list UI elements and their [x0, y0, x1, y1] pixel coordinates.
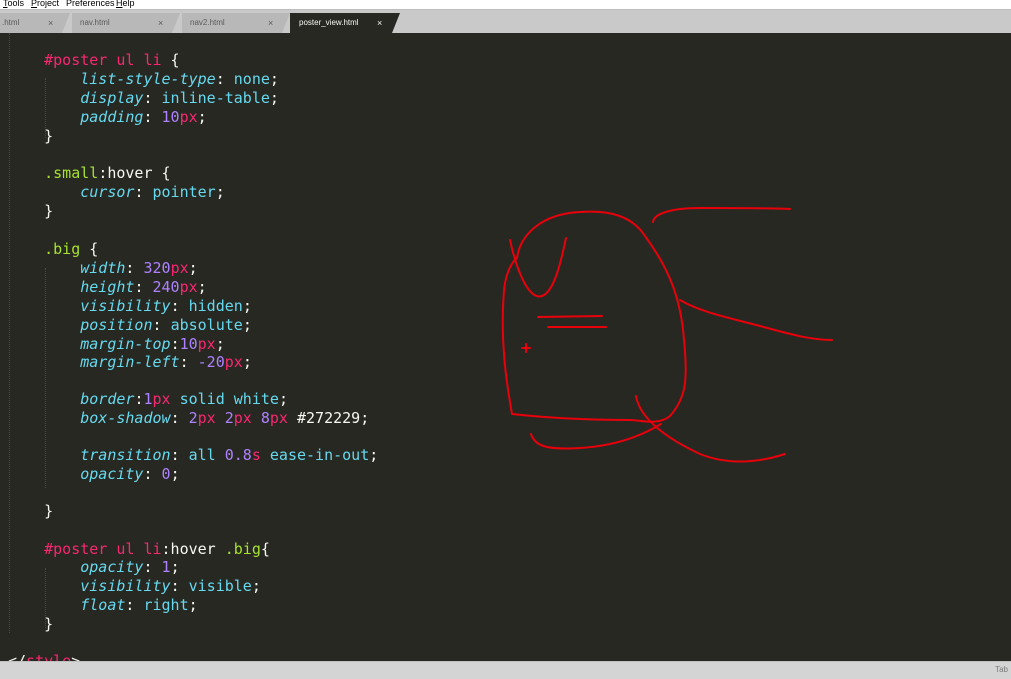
freehand-annotation: [501, 207, 833, 463]
annotation-stroke: [635, 395, 786, 463]
annotation-stroke: [509, 237, 567, 298]
tab-size-indicator[interactable]: Tab: [995, 665, 1008, 674]
annotation-stroke: [537, 315, 603, 318]
annotation-stroke: [530, 423, 662, 450]
status-bar: Tab: [0, 661, 1011, 679]
annotation-stroke: [521, 343, 531, 353]
annotation-stroke: [652, 207, 791, 223]
annotation-stroke: [679, 299, 833, 341]
